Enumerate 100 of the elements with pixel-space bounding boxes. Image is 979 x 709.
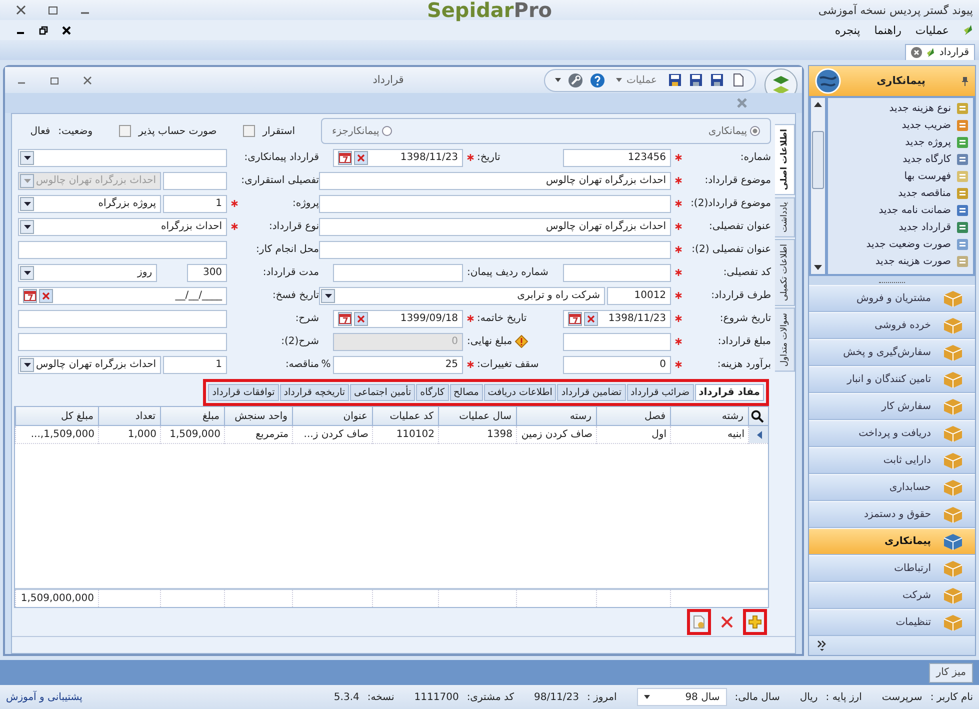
radio-button[interactable]: پیمانکاری (708, 126, 760, 136)
close-icon[interactable] (16, 5, 26, 15)
sidebar-link[interactable]: نوع هزینه جدید (889, 103, 951, 114)
save-icon[interactable] (689, 73, 703, 87)
tab[interactable]: ضرائب قرارداد (626, 384, 694, 401)
maximize-icon[interactable] (50, 76, 59, 84)
sidebar-link[interactable]: قرارداد جدید (898, 222, 951, 233)
sidebar-link[interactable]: صورت وضعیت جدید (866, 239, 951, 250)
chevron-icon[interactable] (817, 640, 826, 652)
save-icon[interactable] (668, 73, 682, 87)
up-arrow-icon[interactable] (814, 102, 822, 107)
side-tab[interactable]: اطلاعات اصلی (775, 124, 795, 196)
clear-button[interactable] (354, 312, 368, 326)
dropdown-field[interactable]: روز (18, 264, 158, 282)
menu-item[interactable]: عملیات (915, 24, 949, 36)
text-field[interactable]: 0 (563, 356, 672, 374)
sidebar-link[interactable]: ضریب جدید (902, 120, 951, 131)
taskbar-button[interactable]: میز کار (929, 662, 973, 682)
radio-button[interactable]: پیمانکارجزء (332, 126, 392, 136)
column-header[interactable]: مبلغ کل (16, 407, 98, 426)
scrollbar[interactable] (811, 98, 825, 274)
checkbox[interactable] (118, 125, 131, 137)
dropdown-field[interactable]: احداث بزرگراه تهران چالوس (18, 356, 162, 374)
tab[interactable]: مصالح (450, 384, 483, 401)
sidebar-link[interactable]: فهرست بها (904, 171, 951, 182)
text-field[interactable]: 1 (163, 194, 228, 212)
module-button[interactable]: سفارش کار (809, 393, 975, 420)
tab[interactable]: تأمین اجتماعی (350, 384, 416, 401)
text-field[interactable] (563, 264, 672, 282)
text-field[interactable]: 123456 (563, 148, 672, 166)
module-button[interactable]: حقوق و دستمزد (809, 501, 975, 528)
tab[interactable]: تاریخچه قرارداد (280, 384, 350, 401)
tab[interactable]: مفاد قرارداد (694, 384, 764, 401)
save-icon[interactable] (710, 73, 724, 87)
text-field[interactable]: 25 (333, 356, 464, 374)
sidebar-link[interactable]: صورت هزینه جدید (875, 256, 951, 267)
caret-icon[interactable] (24, 270, 30, 274)
sidebar-link[interactable]: مناقصه جدید (898, 188, 951, 199)
module-button[interactable]: سفارش‌گیری و پخش (809, 339, 975, 366)
text-field[interactable] (319, 194, 672, 212)
column-header[interactable]: فصل (596, 407, 670, 426)
tab[interactable]: کارگاه (416, 384, 449, 401)
column-header[interactable]: کد عملیات (372, 407, 438, 426)
side-tab[interactable]: سوالات متداول (775, 308, 795, 372)
sidebar-link[interactable]: پروژه جدید (905, 137, 951, 148)
module-button[interactable]: پیمانکاری (809, 528, 975, 555)
year-dropdown[interactable]: سال 98 (636, 688, 727, 706)
text-field[interactable]: 300 (187, 264, 228, 282)
side-tab[interactable]: اطلاعات تکمیلی (775, 239, 795, 306)
pin-icon[interactable] (961, 76, 969, 86)
checkbox[interactable] (242, 125, 255, 137)
help-icon[interactable] (590, 72, 606, 88)
caret-icon[interactable] (24, 202, 30, 206)
menu-item[interactable]: راهنما (874, 24, 902, 36)
column-header[interactable]: عنوان (292, 407, 372, 426)
date-field[interactable]: __/__/____ (18, 286, 228, 304)
dropdown-field[interactable]: احداث بزرگراه (18, 218, 228, 236)
tab[interactable]: اطلاعات دریافت (484, 384, 556, 401)
module-button[interactable]: تنظیمات (809, 609, 975, 636)
text-field[interactable] (18, 240, 228, 258)
column-header[interactable]: تعداد (98, 407, 160, 426)
new-document-icon[interactable] (731, 73, 745, 87)
support-link[interactable]: پشتیبانی و آموزش (6, 692, 82, 702)
column-header[interactable]: رسته (516, 407, 596, 426)
caret-icon[interactable] (24, 156, 30, 160)
module-button[interactable]: دریافت و پرداخت (809, 420, 975, 447)
sidebar-link[interactable]: کارگاه جدید (902, 154, 951, 165)
column-header[interactable]: رشته (670, 407, 748, 426)
dropdown-field[interactable] (18, 148, 228, 166)
caret-icon[interactable] (324, 294, 332, 298)
restore-icon[interactable] (39, 26, 48, 34)
date-field[interactable]: 1398/11/23 (333, 148, 464, 166)
caret-icon[interactable] (24, 224, 30, 228)
close-icon[interactable] (62, 26, 71, 34)
tab[interactable]: توافقات قرارداد (208, 384, 279, 401)
clear-button[interactable] (584, 312, 598, 326)
module-button[interactable]: حسابداری (809, 474, 975, 501)
text-field[interactable]: 1 (163, 356, 228, 374)
module-button[interactable]: مشتریان و فروش (809, 285, 975, 312)
add-button[interactable] (743, 609, 767, 635)
clear-button[interactable] (39, 288, 53, 302)
search-icon[interactable] (751, 410, 764, 422)
module-button[interactable]: ارتباطات (809, 555, 975, 582)
column-header[interactable]: مبلغ (160, 407, 224, 426)
wrench-icon[interactable] (568, 72, 584, 88)
dropdown-field[interactable]: پروژه بزرگراه (18, 194, 162, 212)
text-field[interactable] (333, 264, 464, 282)
text-field[interactable] (163, 172, 228, 190)
clear-button[interactable] (354, 150, 368, 164)
document-tab[interactable]: قرارداد (905, 44, 975, 60)
text-field[interactable] (319, 240, 672, 258)
column-header[interactable]: واحد سنجش (224, 407, 292, 426)
tab[interactable]: تضامین قرارداد (557, 384, 626, 401)
module-button[interactable]: دارایی ثابت (809, 447, 975, 474)
module-button[interactable]: خرده فروشی (809, 312, 975, 339)
module-button[interactable]: شرکت (809, 582, 975, 609)
module-button[interactable]: تامین کنندگان و انبار (809, 366, 975, 393)
menu-item[interactable]: پنجره (834, 24, 860, 36)
caret-icon[interactable] (24, 362, 30, 366)
attach-button[interactable] (687, 609, 711, 635)
